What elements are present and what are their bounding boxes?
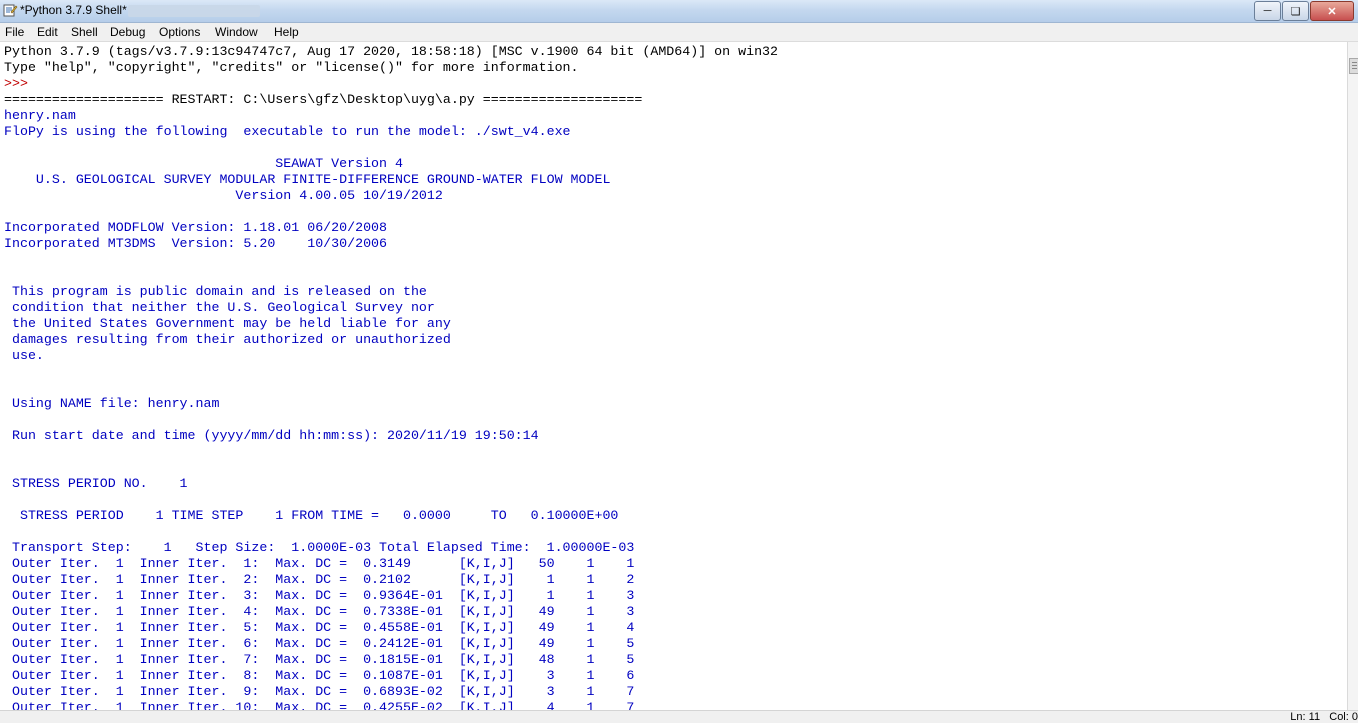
menu-help[interactable]: Help: [274, 25, 299, 39]
shell-line: FloPy is using the following executable …: [4, 124, 571, 139]
python-idle-icon: [3, 4, 18, 17]
shell-line: Outer Iter. 1 Inner Iter. 6: Max. DC = 0…: [4, 636, 635, 651]
shell-line: Type "help", "copyright", "credits" or "…: [4, 60, 579, 75]
maximize-button[interactable]: ❏: [1282, 1, 1309, 21]
shell-line: Using NAME file: henry.nam: [4, 396, 220, 411]
vertical-scrollbar[interactable]: [1347, 42, 1358, 710]
shell-line: Version 4.00.05 10/19/2012: [4, 188, 443, 203]
shell-line: Outer Iter. 1 Inner Iter. 8: Max. DC = 0…: [4, 668, 635, 683]
shell-line: the United States Government may be held…: [4, 316, 451, 331]
title-bar: *Python 3.7.9 Shell* ─ ❏ ✕: [0, 0, 1358, 23]
shell-line: Transport Step: 1 Step Size: 1.0000E-03 …: [4, 540, 635, 555]
shell-line: Outer Iter. 1 Inner Iter. 9: Max. DC = 0…: [4, 684, 635, 699]
shell-line: henry.nam: [4, 108, 76, 123]
close-button[interactable]: ✕: [1310, 1, 1354, 21]
shell-line: STRESS PERIOD 1 TIME STEP 1 FROM TIME = …: [4, 508, 619, 523]
menu-window[interactable]: Window: [215, 25, 258, 39]
menu-bar: File Edit Shell Debug Options Window Hel…: [0, 23, 1358, 42]
shell-line: damages resulting from their authorized …: [4, 332, 451, 347]
menu-debug[interactable]: Debug: [110, 25, 145, 39]
column-number: Col: 0: [1329, 711, 1358, 723]
menu-edit[interactable]: Edit: [37, 25, 58, 39]
blurred-title-region: [128, 5, 260, 17]
shell-line: Run start date and time (yyyy/mm/dd hh:m…: [4, 428, 539, 443]
scrollbar-thumb[interactable]: [1349, 58, 1358, 74]
shell-text-area[interactable]: Python 3.7.9 (tags/v3.7.9:13c94747c7, Au…: [0, 42, 1348, 710]
status-bar: Ln: 11 Col: 0: [0, 710, 1358, 723]
shell-line: This program is public domain and is rel…: [4, 284, 427, 299]
menu-file[interactable]: File: [5, 25, 24, 39]
menu-options[interactable]: Options: [159, 25, 200, 39]
shell-prompt: >>>: [4, 76, 36, 91]
minimize-button[interactable]: ─: [1254, 1, 1281, 21]
menu-shell[interactable]: Shell: [71, 25, 98, 39]
shell-line: Incorporated MT3DMS Version: 5.20 10/30/…: [4, 236, 388, 251]
shell-line: SEAWAT Version 4: [4, 156, 403, 171]
cursor-position: Ln: 11 Col: 0: [1290, 711, 1358, 723]
restore-icon: ❏: [1290, 5, 1301, 18]
shell-line: ==================== RESTART: C:\Users\g…: [4, 92, 643, 107]
shell-line: condition that neither the U.S. Geologic…: [4, 300, 435, 315]
shell-line: use.: [4, 348, 44, 363]
shell-line: Outer Iter. 1 Inner Iter. 10: Max. DC = …: [4, 700, 635, 710]
window-title: *Python 3.7.9 Shell*: [20, 3, 127, 17]
line-number: Ln: 11: [1290, 711, 1321, 723]
shell-line: Outer Iter. 1 Inner Iter. 2: Max. DC = 0…: [4, 572, 635, 587]
shell-line: Outer Iter. 1 Inner Iter. 3: Max. DC = 0…: [4, 588, 635, 603]
shell-line: Python 3.7.9 (tags/v3.7.9:13c94747c7, Au…: [4, 44, 779, 59]
shell-line: Outer Iter. 1 Inner Iter. 7: Max. DC = 0…: [4, 652, 635, 667]
shell-line: Outer Iter. 1 Inner Iter. 1: Max. DC = 0…: [4, 556, 635, 571]
window-controls: ─ ❏ ✕: [1253, 1, 1354, 21]
shell-line: Outer Iter. 1 Inner Iter. 4: Max. DC = 0…: [4, 604, 635, 619]
shell-line: STRESS PERIOD NO. 1: [4, 476, 188, 491]
shell-line: Outer Iter. 1 Inner Iter. 5: Max. DC = 0…: [4, 620, 635, 635]
shell-line: U.S. GEOLOGICAL SURVEY MODULAR FINITE-DI…: [4, 172, 611, 187]
close-icon: ✕: [1327, 5, 1337, 18]
shell-line: Incorporated MODFLOW Version: 1.18.01 06…: [4, 220, 388, 235]
minimize-icon: ─: [1263, 5, 1272, 17]
